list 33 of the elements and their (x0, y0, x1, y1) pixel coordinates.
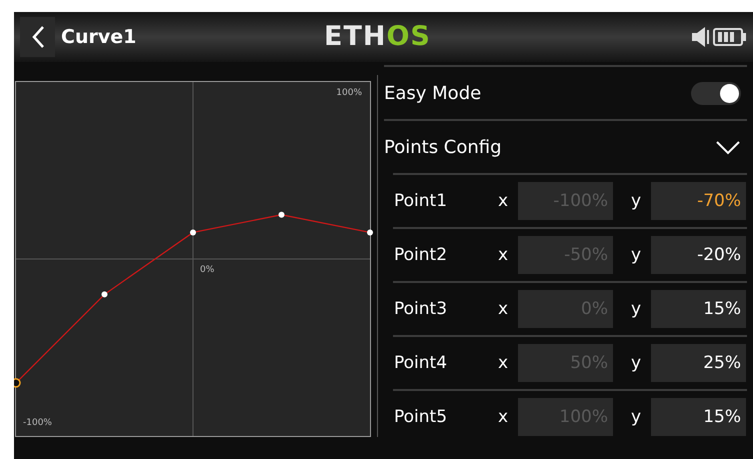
screen-title: Curve1 (61, 26, 136, 48)
point-label: Point3 (393, 299, 448, 319)
easy-mode-label: Easy Mode (384, 82, 482, 104)
x-axis-label: x (498, 299, 510, 319)
back-button[interactable] (20, 17, 55, 57)
y-axis-label: y (631, 191, 642, 211)
y-value-field[interactable]: 15% (651, 290, 746, 328)
y-value-field[interactable]: -70% (651, 182, 746, 220)
y-axis-label: y (631, 407, 642, 427)
easy-mode-toggle[interactable] (691, 82, 741, 104)
x-axis-label: x (498, 245, 510, 265)
y-axis-label: y (631, 353, 642, 373)
x-axis-label: x (498, 353, 510, 373)
x-axis-label: x (498, 191, 510, 211)
y-value-field[interactable]: 15% (651, 398, 746, 436)
x-axis-label: x (498, 407, 510, 427)
point-label: Point5 (393, 407, 448, 427)
battery-icon (713, 27, 747, 47)
logo: ETHOS (324, 21, 431, 52)
scale-label: 0% (200, 265, 214, 275)
chevron-icon[interactable] (715, 139, 741, 155)
y-axis-label: y (631, 299, 642, 319)
point-label: Point4 (393, 353, 448, 373)
chevron-left-icon (30, 25, 44, 49)
scale-label: -100% (23, 418, 52, 428)
point-label: Point2 (393, 245, 448, 265)
scale-label: 100% (336, 88, 362, 98)
y-value-field[interactable]: -20% (651, 236, 746, 274)
point-label: Point1 (393, 191, 448, 211)
y-value-field[interactable]: 25% (651, 344, 746, 382)
speaker-icon (692, 27, 710, 47)
points-config-label: Points Config (384, 136, 502, 158)
y-axis-label: y (631, 245, 642, 265)
